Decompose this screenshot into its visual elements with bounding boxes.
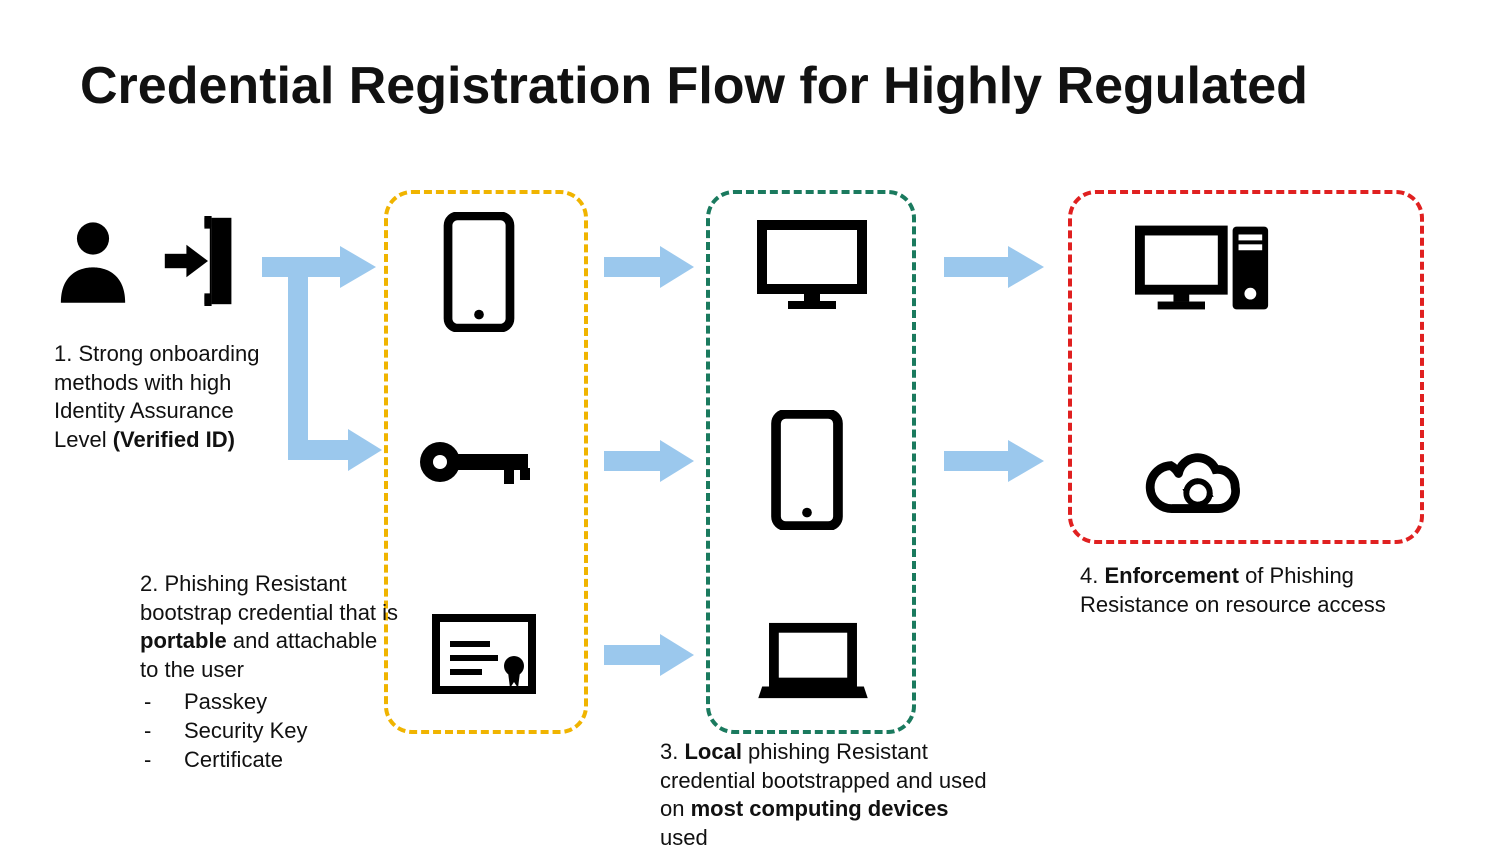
laptop-icon (754, 620, 872, 706)
step2-line-a: 2. Phishing Resistant bootstrap credenti… (140, 571, 398, 625)
monitor-icon (754, 216, 870, 314)
arrow-icon (944, 440, 1044, 482)
t: used (660, 825, 708, 850)
list-item: Certificate (140, 746, 400, 775)
arrow-icon (944, 246, 1044, 288)
user-icon (54, 216, 132, 311)
list-item: Passkey (140, 688, 400, 717)
list-item: Security Key (140, 717, 400, 746)
arrow-icon (604, 246, 694, 288)
t: Local (684, 739, 741, 764)
step1-bold: (Verified ID) (113, 427, 235, 452)
arrow-branch-icon (288, 268, 382, 480)
t: 4. (1080, 563, 1104, 588)
arrow-icon (604, 634, 694, 676)
pc-tower-icon (1134, 218, 1276, 318)
login-door-icon (154, 214, 244, 313)
step1-caption: 1. Strong onboarding methods with high I… (54, 340, 274, 454)
diagram-title: Credential Registration Flow for Highly … (80, 56, 1308, 116)
certificate-icon (430, 612, 538, 696)
arrow-icon (604, 440, 694, 482)
t: Enforcement (1104, 563, 1238, 588)
step2-list: Passkey Security Key Certificate (140, 688, 400, 774)
phone-icon (440, 212, 518, 332)
phone-icon (768, 410, 846, 530)
step4-caption: 4. Enforcement of Phishing Resistance on… (1080, 562, 1400, 619)
step2-caption: 2. Phishing Resistant bootstrap credenti… (140, 570, 400, 774)
step1-icons (54, 214, 244, 313)
step2-bold: portable (140, 628, 227, 653)
t: 3. (660, 739, 684, 764)
t: most computing devices (691, 796, 949, 821)
key-icon (416, 432, 540, 492)
cloud-sync-icon (1140, 450, 1260, 532)
step3-caption: 3. Local phishing Resistant credential b… (660, 738, 1000, 852)
